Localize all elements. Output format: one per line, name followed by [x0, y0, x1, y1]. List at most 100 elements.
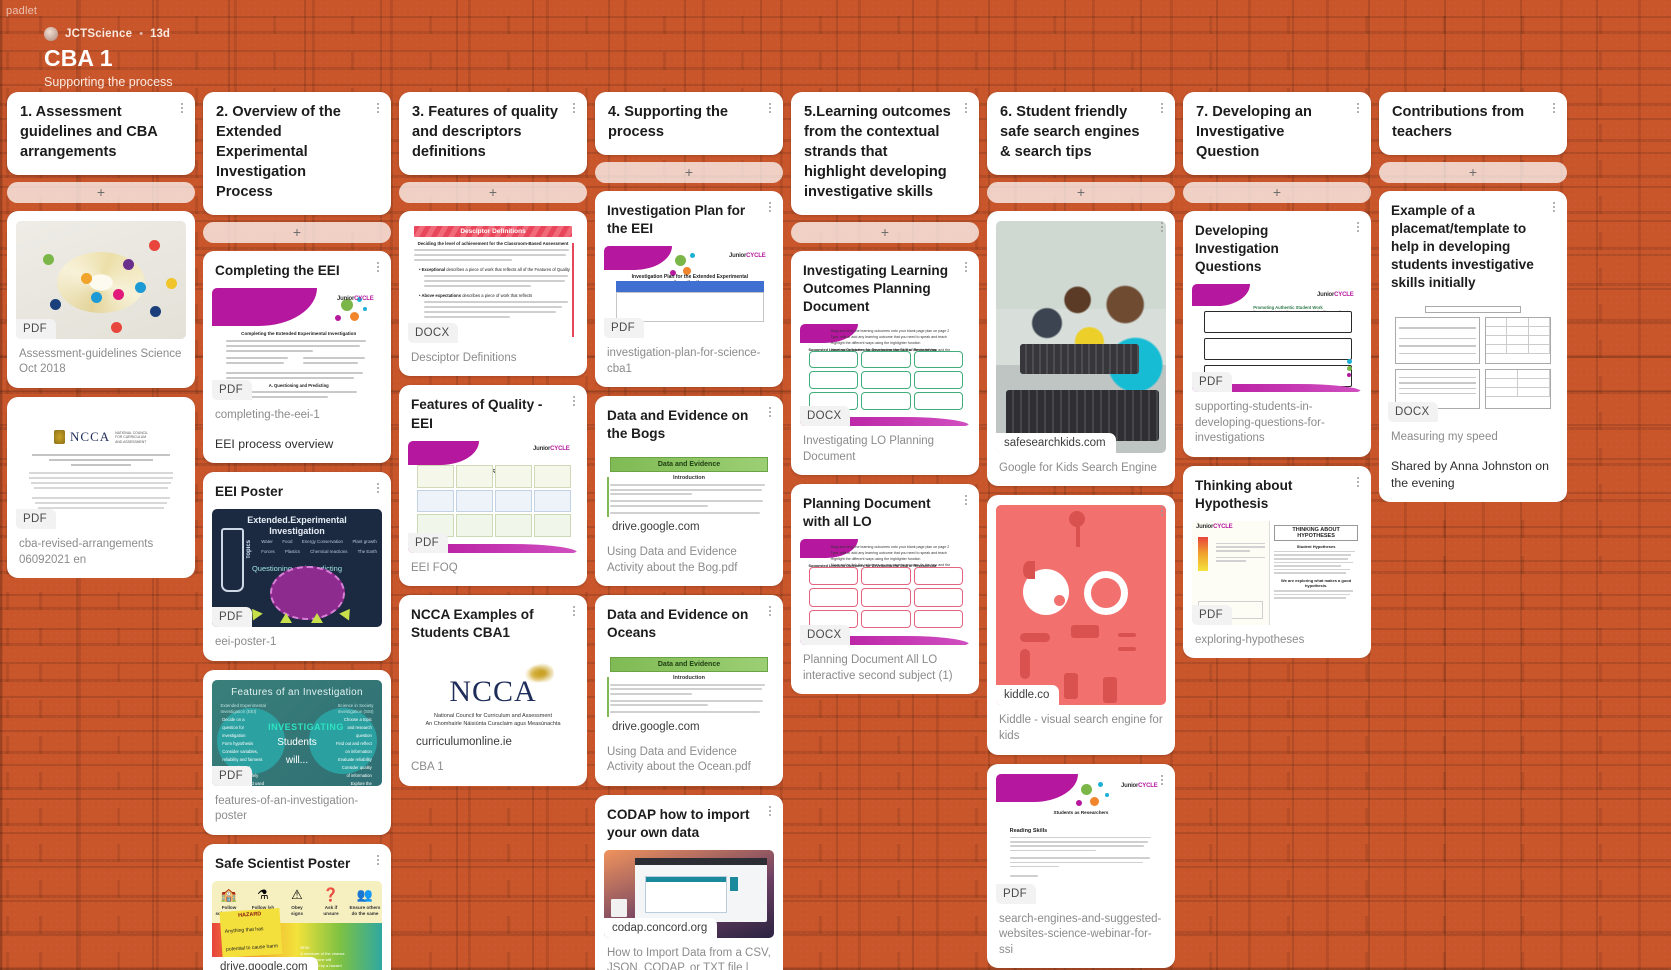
post-menu-icon[interactable] — [1156, 772, 1168, 788]
post-menu-icon[interactable] — [1156, 503, 1168, 519]
column-menu-icon[interactable] — [1548, 100, 1560, 116]
post-thumbnail[interactable]: JuniorCYCLE Features of Quality - EEI PD… — [408, 440, 578, 553]
post-card[interactable]: Developing Investigation Questions Junio… — [1183, 210, 1371, 457]
post-thumbnail[interactable]: JuniorCYCLE THINKING ABOUT HYPOTHESES St… — [1192, 520, 1362, 625]
post-thumbnail[interactable]: Features of an Investigation Extended Ex… — [212, 679, 382, 786]
post-card[interactable]: Desciptor Definitions Deciding the level… — [399, 210, 587, 377]
post-card[interactable]: PDF Assessment-guidelines Science Oct 20… — [7, 210, 195, 388]
file-type-badge: DOCX — [800, 625, 851, 646]
post-thumbnail[interactable]: kiddle.co — [996, 505, 1166, 706]
column-menu-icon[interactable] — [176, 100, 188, 116]
post-menu-icon[interactable] — [764, 803, 776, 819]
column-header[interactable]: Contributions from teachers — [1379, 92, 1567, 155]
post-thumbnail[interactable]: NCCA National Council for Curriculum and… — [408, 650, 578, 753]
post-card[interactable]: Thinking about Hypothesis JuniorCYCLE TH… — [1183, 465, 1371, 659]
post-thumbnail[interactable]: Data and Evidence Introduction drive.goo… — [604, 451, 774, 538]
post-thumbnail[interactable]: 🏫Followschool rules ⚗Follow labrules ⚠Ob… — [212, 880, 382, 970]
post-menu-icon[interactable] — [568, 393, 580, 409]
post-menu-icon[interactable] — [1548, 199, 1560, 215]
post-caption: EEI FOQ — [411, 561, 458, 574]
add-post-button[interactable]: + — [1183, 181, 1371, 203]
add-post-button[interactable]: + — [791, 221, 979, 243]
column-header[interactable]: 4. Supporting the process — [595, 92, 783, 155]
post-title: Developing Investigation Questions — [1195, 222, 1279, 275]
post-thumbnail[interactable]: Extended.Experimental Investigation Topic… — [212, 509, 382, 628]
post-title: Investigation Plan for the EEI — [607, 202, 746, 237]
post-card[interactable]: Features of Quality - EEI JuniorCYCLE Fe… — [399, 385, 587, 587]
post-thumbnail[interactable]: JuniorCYCLE Students as Researchers Read… — [996, 773, 1166, 904]
add-post-button[interactable]: + — [203, 221, 391, 243]
post-menu-icon[interactable] — [1352, 474, 1364, 490]
post-thumbnail[interactable]: Drag and drop the learning outcomes onto… — [800, 539, 970, 646]
avatar[interactable] — [44, 27, 58, 41]
post-thumbnail[interactable]: Data and Evidence Introduction drive.goo… — [604, 650, 774, 737]
column-menu-icon[interactable] — [1352, 100, 1364, 116]
column-menu-icon[interactable] — [568, 100, 580, 116]
post-card[interactable]: Example of a placemat/template to help i… — [1379, 190, 1567, 503]
post-thumbnail[interactable]: PDF — [16, 220, 186, 339]
post-card[interactable]: kiddle.co Kiddle - visual search engine … — [987, 495, 1175, 755]
column-6: 6. Student friendly safe search engines … — [987, 92, 1175, 970]
post-menu-icon[interactable] — [764, 404, 776, 420]
column-menu-icon[interactable] — [1156, 100, 1168, 116]
post-card[interactable]: Planning Document with all LO Drag and d… — [791, 484, 979, 695]
add-post-button[interactable]: + — [399, 181, 587, 203]
add-post-button[interactable]: + — [1379, 161, 1567, 183]
add-post-button[interactable]: + — [595, 161, 783, 183]
post-thumbnail[interactable]: JuniorCYCLE Investigation Plan for the E… — [604, 246, 774, 339]
post-card[interactable]: Data and Evidence on Oceans Data and Evi… — [595, 595, 783, 786]
post-thumbnail[interactable]: codap.concord.org — [604, 849, 774, 938]
post-card[interactable]: Completing the EEI JuniorCYCLE Completin… — [203, 250, 391, 464]
post-menu-icon[interactable] — [1352, 219, 1364, 235]
add-post-button[interactable]: + — [987, 181, 1175, 203]
post-menu-icon[interactable] — [764, 199, 776, 215]
board-timestamp: 13d — [150, 28, 170, 40]
post-card[interactable]: Features of an Investigation Extended Ex… — [203, 669, 391, 835]
post-card[interactable]: Safe Scientist Poster 🏫Followschool rule… — [203, 843, 391, 970]
post-card[interactable]: NCCA Examples of Students CBA1 NCCA Nati… — [399, 595, 587, 786]
column-menu-icon[interactable] — [764, 100, 776, 116]
post-thumbnail[interactable]: JuniorCYCLE Promoting Authentic Student … — [1192, 284, 1362, 393]
post-menu-icon[interactable] — [372, 259, 384, 275]
column-body: Desciptor Definitions Deciding the level… — [399, 210, 587, 786]
post-card[interactable]: Data and Evidence on the Bogs Data and E… — [595, 396, 783, 587]
post-menu-icon[interactable] — [568, 603, 580, 619]
column-body: safesearchkids.com Google for Kids Searc… — [987, 210, 1175, 969]
column-header[interactable]: 7. Developing an Investigative Question — [1183, 92, 1371, 175]
post-card[interactable]: Investigating Learning Outcomes Planning… — [791, 250, 979, 476]
post-card[interactable]: JuniorCYCLE Students as Researchers Read… — [987, 763, 1175, 969]
post-menu-icon[interactable] — [960, 259, 972, 275]
post-menu-icon[interactable] — [372, 852, 384, 868]
post-card[interactable]: EEI Poster Extended.Experimental Investig… — [203, 472, 391, 661]
column-header[interactable]: 1. Assessment guidelines and CBA arrange… — [7, 92, 195, 175]
post-caption: completing-the-eei-1 — [215, 409, 320, 421]
post-menu-icon[interactable] — [960, 492, 972, 508]
column-menu-icon[interactable] — [372, 100, 384, 116]
post-menu-icon[interactable] — [372, 480, 384, 496]
post-thumbnail[interactable]: DOCX — [1388, 300, 1558, 423]
column-header[interactable]: 2. Overview of the Extended Experimental… — [203, 92, 391, 215]
file-type-badge: PDF — [212, 380, 252, 400]
post-title: Thinking about Hypothesis — [1195, 477, 1293, 511]
add-post-button[interactable]: + — [7, 181, 195, 203]
post-menu-icon[interactable] — [1156, 219, 1168, 235]
post-thumbnail[interactable]: JuniorCYCLE Completing the Extended Expe… — [212, 288, 382, 400]
post-card[interactable]: CODAP how to import your own data codap.… — [595, 794, 783, 970]
post-thumbnail[interactable]: Desciptor Definitions Deciding the level… — [408, 220, 578, 343]
post-thumbnail[interactable]: NCCA NATIONAL COUNCIL FOR CURRICULUM AND A… — [16, 406, 186, 529]
post-title: Completing the EEI — [215, 262, 340, 278]
post-thumbnail[interactable]: safesearchkids.com — [996, 220, 1166, 453]
column-header[interactable]: 5.Learning outcomes from the contextual … — [791, 92, 979, 215]
post-caption: Desciptor Definitions — [411, 351, 517, 364]
padlet-brand-logo[interactable]: padlet — [6, 5, 37, 17]
post-card[interactable]: Investigation Plan for the EEI JuniorCYC… — [595, 190, 783, 388]
post-thumbnail[interactable]: Drag and drop the learning outcomes onto… — [800, 324, 970, 427]
column-header[interactable]: 3. Features of quality and descriptors d… — [399, 92, 587, 175]
post-card[interactable]: NCCA NATIONAL COUNCIL FOR CURRICULUM AND A… — [7, 396, 195, 579]
board-author[interactable]: JCTScience — [65, 28, 132, 40]
people-icon: 👥 — [356, 887, 374, 903]
column-header[interactable]: 6. Student friendly safe search engines … — [987, 92, 1175, 175]
post-card[interactable]: safesearchkids.com Google for Kids Searc… — [987, 210, 1175, 487]
column-menu-icon[interactable] — [960, 100, 972, 116]
post-menu-icon[interactable] — [764, 603, 776, 619]
